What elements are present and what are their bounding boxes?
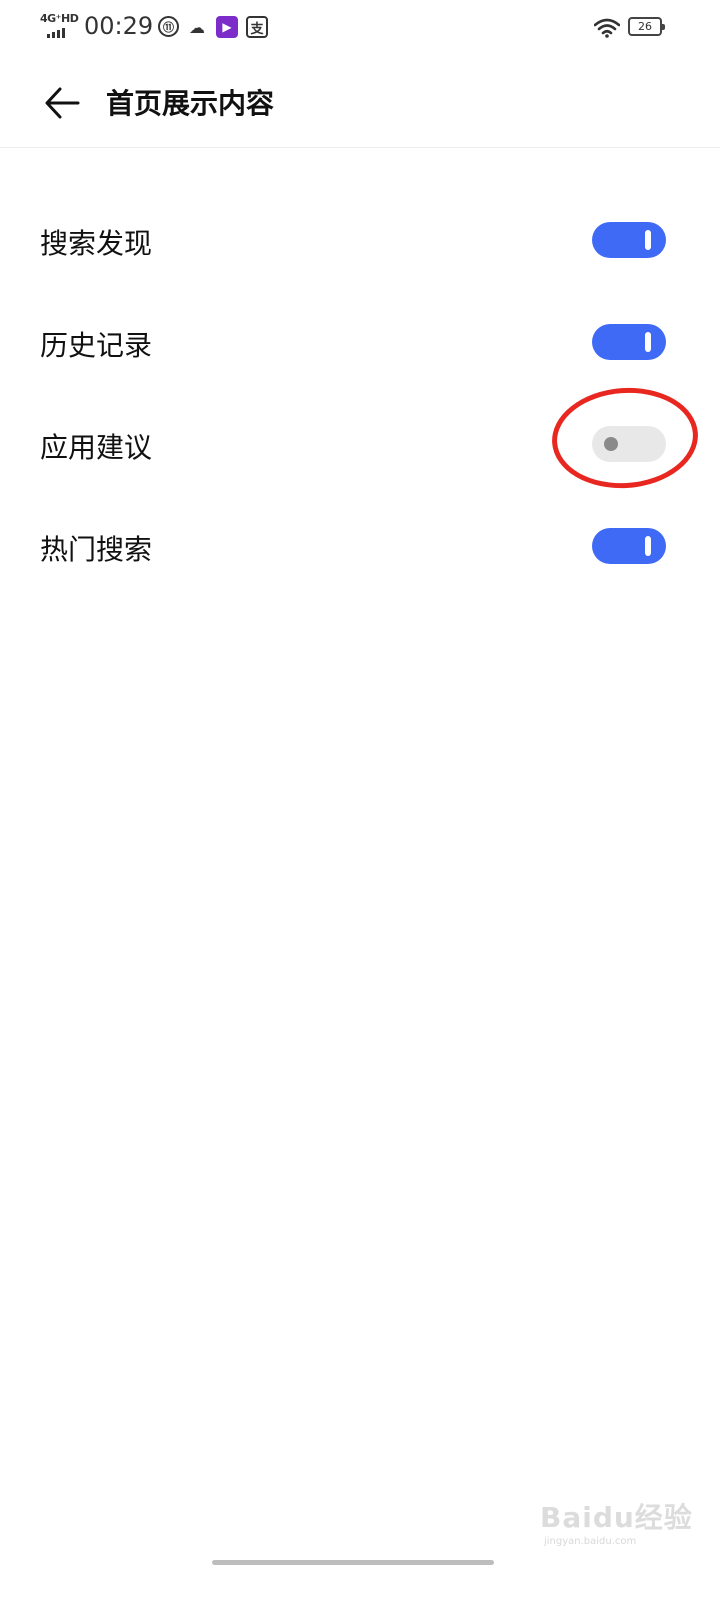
watermark: Baidu经验 jingyan.baidu.com	[540, 1488, 710, 1548]
toggle-knob	[645, 536, 651, 556]
back-arrow-icon	[45, 87, 80, 119]
setting-label: 搜索发现	[40, 227, 153, 260]
cellular-signal-icon: 4G⁺HD	[40, 12, 79, 40]
setting-row-trending-search[interactable]: 热门搜索	[0, 496, 720, 598]
app-bar: 首页展示内容	[0, 56, 720, 148]
watermark-brand: Baidu经验	[540, 1501, 693, 1534]
page-title: 首页展示内容	[106, 87, 275, 120]
network-type-label: 4G⁺HD	[40, 12, 79, 25]
battery-icon: 26	[628, 17, 665, 36]
pay-app-icon: 支	[246, 16, 268, 38]
watermark-url: jingyan.baidu.com	[544, 1536, 637, 1547]
video-app-icon: ▶	[216, 16, 238, 38]
setting-label: 热门搜索	[40, 533, 153, 566]
back-button[interactable]	[38, 80, 86, 126]
trending-search-toggle[interactable]	[592, 528, 666, 564]
setting-row-search-discovery[interactable]: 搜索发现	[0, 190, 720, 292]
status-bar: 4G⁺HD 00:29 ⑪ ☁ ▶ 支 26	[0, 0, 720, 56]
clock: 00:29	[84, 12, 154, 40]
setting-row-history[interactable]: 历史记录	[0, 292, 720, 394]
history-toggle[interactable]	[592, 324, 666, 360]
signal-bars	[47, 28, 65, 38]
wifi-icon	[594, 18, 620, 38]
battery-level: 26	[638, 20, 652, 33]
home-indicator[interactable]	[212, 1560, 494, 1565]
toggle-knob	[645, 332, 651, 352]
toggle-knob	[645, 230, 651, 250]
search-discovery-toggle[interactable]	[592, 222, 666, 258]
cloud-icon: ☁	[189, 17, 205, 37]
data-saver-icon: ⑪	[158, 16, 179, 37]
setting-label: 历史记录	[40, 329, 153, 362]
setting-label: 应用建议	[40, 431, 153, 464]
